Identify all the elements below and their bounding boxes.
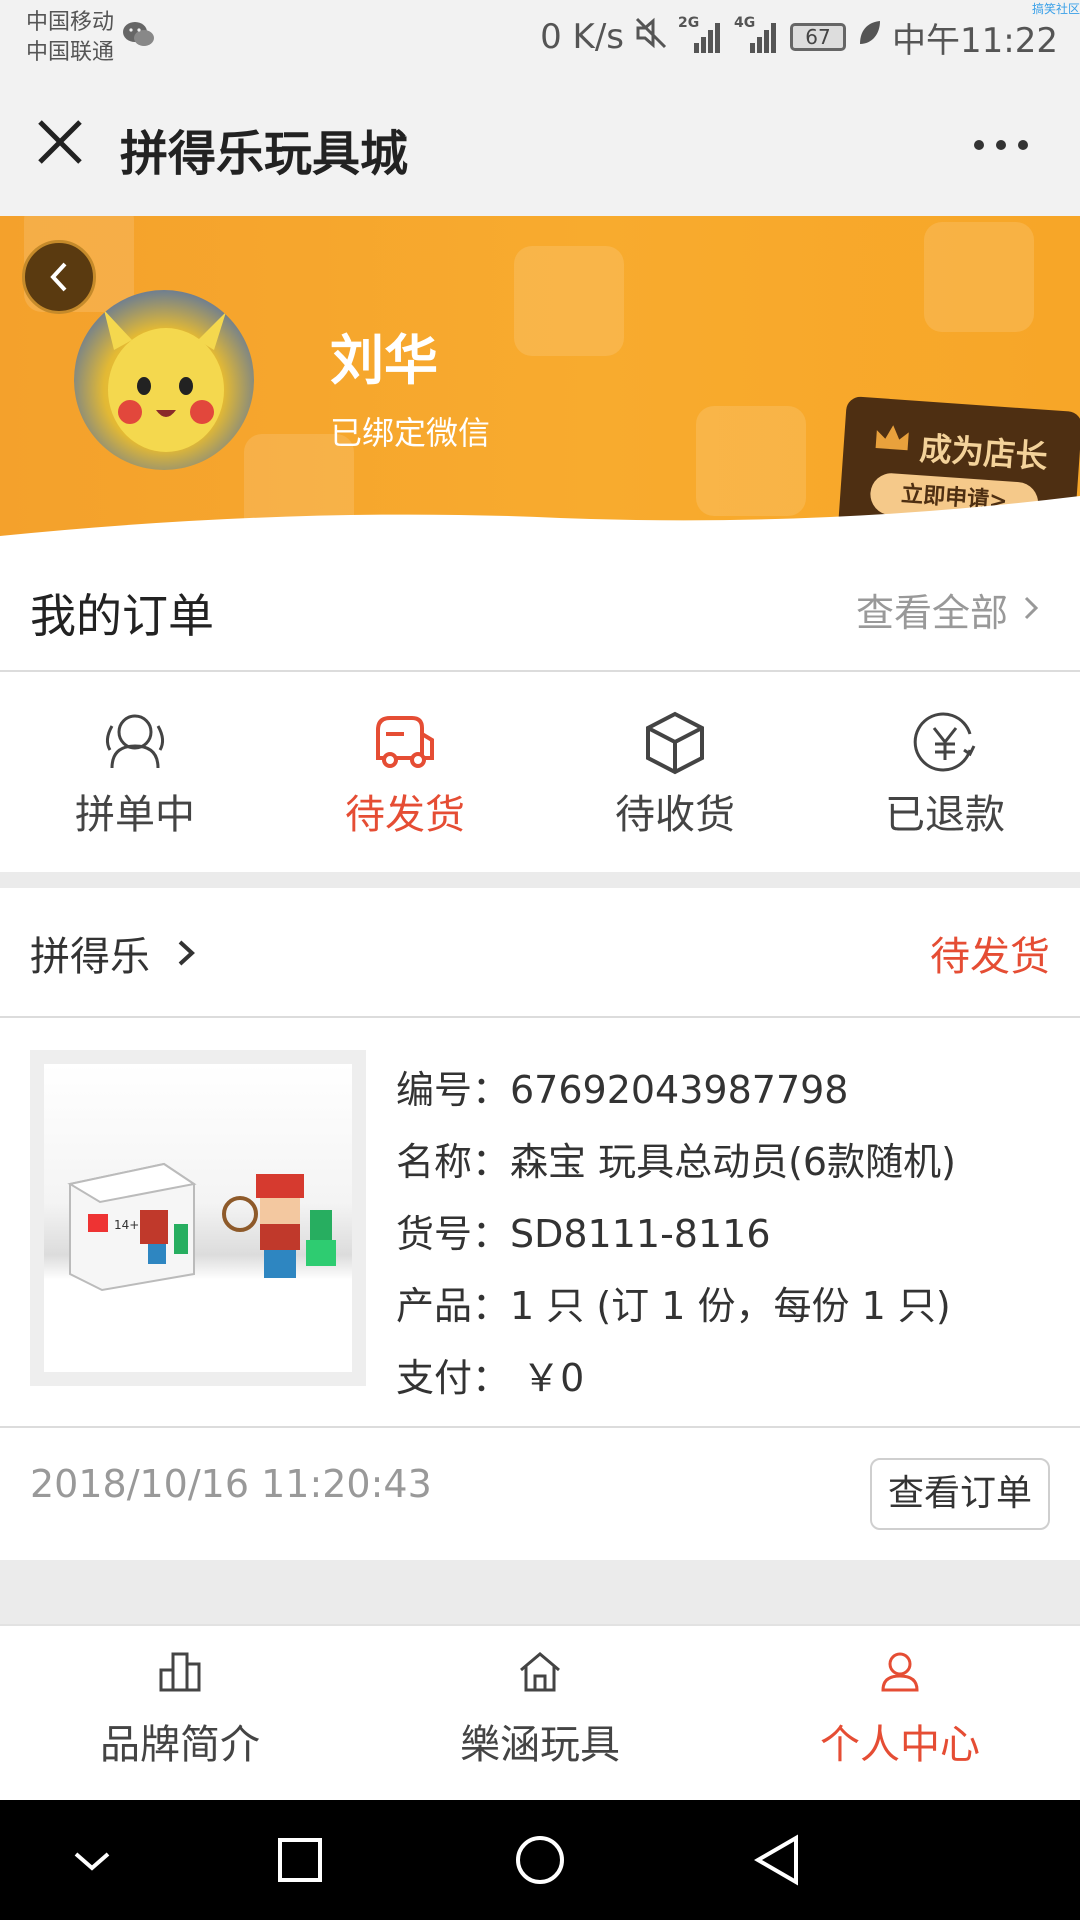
my-orders-header: 我的订单 查看全部 [0,546,1080,672]
payment-amount: 支付： ￥0 [396,1356,585,1400]
view-order-button[interactable]: 查看订单 [870,1458,1050,1530]
signal-4g-icon: 4G [734,15,780,55]
net-speed: 0 K/s [540,17,625,57]
avatar[interactable] [74,290,254,470]
chevron-left-icon [50,262,67,292]
tab-label: 拼单中 [75,792,195,838]
package-box-icon [642,710,708,780]
view-all-orders-link[interactable]: 查看全部 [856,582,1008,637]
tab-to-ship[interactable]: 待发货 [270,674,540,872]
product-image[interactable]: 14+ [30,1050,366,1386]
tab-label: 樂涵玩具 [460,1722,620,1768]
chevron-right-icon[interactable] [1022,594,1040,626]
status-indicators: 0 K/s 2G 4G 67 中午11:22 [540,14,1058,61]
carrier-2: 中国联通 [26,40,115,65]
more-menu-icon[interactable] [974,140,1028,150]
order-timestamp: 2018/10/16 11:20:43 [30,1462,432,1506]
close-icon[interactable] [36,118,84,166]
group-users-icon [102,710,168,776]
my-orders-title: 我的订单 [30,589,214,643]
lego-figure-image: 14+ [67,1162,336,1292]
clock: 中午11:22 [892,20,1058,61]
back-button[interactable] [22,240,96,314]
building-icon [157,1650,203,1696]
nav-bar: 拼得乐玩具城 [0,78,1080,216]
bottom-tab-bar: 品牌简介 樂涵玩具 个人中心 [0,1624,1080,1800]
puzzle-pattern [924,222,1034,332]
tab-label: 待收货 [615,792,735,838]
store-name[interactable]: 拼得乐 [30,924,150,982]
product-image-frame: 14+ [44,1064,352,1372]
tab-refunded[interactable]: 已退款 [810,674,1080,872]
corner-watermark: 搞笑社区 [1031,2,1080,16]
system-nav-bar [0,1800,1080,1920]
carrier-1: 中国移动 [26,10,115,35]
order-details: 编号：67692043987798 名称：森宝 玩具总动员(6款随机) 货号：S… [396,1054,956,1414]
page-title: 拼得乐玩具城 [120,126,409,182]
order-footer: 2018/10/16 11:20:43 查看订单 [0,1428,1080,1560]
wechat-bound-status: 已绑定微信 [330,414,491,452]
tab-personal-center[interactable]: 个人中心 [720,1626,1080,1800]
tab-brand-intro[interactable]: 品牌简介 [0,1626,360,1800]
order-item[interactable]: 14+ 编号：67692043987798 名称：森宝 玩具总动员(6款随机) … [0,1018,1080,1428]
tab-label: 个人中心 [820,1722,980,1768]
tab-group-buying[interactable]: 拼单中 [0,674,270,872]
puzzle-pattern [514,246,624,356]
order-store-row[interactable]: 拼得乐 待发货 [0,888,1080,1018]
banner-wave [0,496,1080,546]
product-name: 名称：森宝 玩具总动员(6款随机) [396,1140,956,1184]
hide-keyboard-icon[interactable] [64,1832,120,1888]
status-bar: 中国移动 中国联通 0 K/s 2G 4G 67 中午11:22 搞笑社区 [0,0,1080,78]
home-circle-icon[interactable] [512,1832,568,1888]
tab-label: 已退款 [885,792,1005,838]
product-sku: 货号：SD8111-8116 [396,1212,771,1256]
wechat-notification-icon [122,20,156,54]
tab-to-receive[interactable]: 待收货 [540,674,810,872]
order-number: 编号：67692043987798 [396,1068,849,1112]
order-status-tabs: 拼单中 待发货 待收货 已退款 [0,674,1080,872]
profile-banner: 刘华 已绑定微信 成为店长 立即申请> [0,216,1080,546]
user-name: 刘华 [330,329,438,392]
home-icon [517,1650,563,1696]
crown-icon [871,420,914,461]
page-background [0,1560,1080,1624]
pikachu-avatar-image [104,310,226,452]
tab-label: 品牌简介 [100,1722,260,1768]
signal-2g-icon: 2G [678,15,724,55]
section-divider [0,872,1080,888]
tab-label: 待发货 [345,792,465,838]
person-icon [877,1650,923,1696]
product-quantity: 产品：1 只 (订 1 份，每份 1 只) [396,1284,951,1328]
battery-icon: 67 [790,23,847,51]
carrier-info: 中国移动 中国联通 [26,8,114,68]
svg-text:14+: 14+ [114,1218,139,1232]
delivery-truck-icon [372,710,438,776]
yuan-refund-icon [912,710,978,780]
leaf-icon [856,17,882,57]
back-triangle-icon[interactable] [750,1832,806,1888]
tab-toys[interactable]: 樂涵玩具 [360,1626,720,1800]
order-status-badge: 待发货 [930,934,1050,980]
chevron-right-icon[interactable] [176,938,196,972]
recent-apps-icon[interactable] [272,1832,328,1888]
mute-icon [634,16,668,59]
